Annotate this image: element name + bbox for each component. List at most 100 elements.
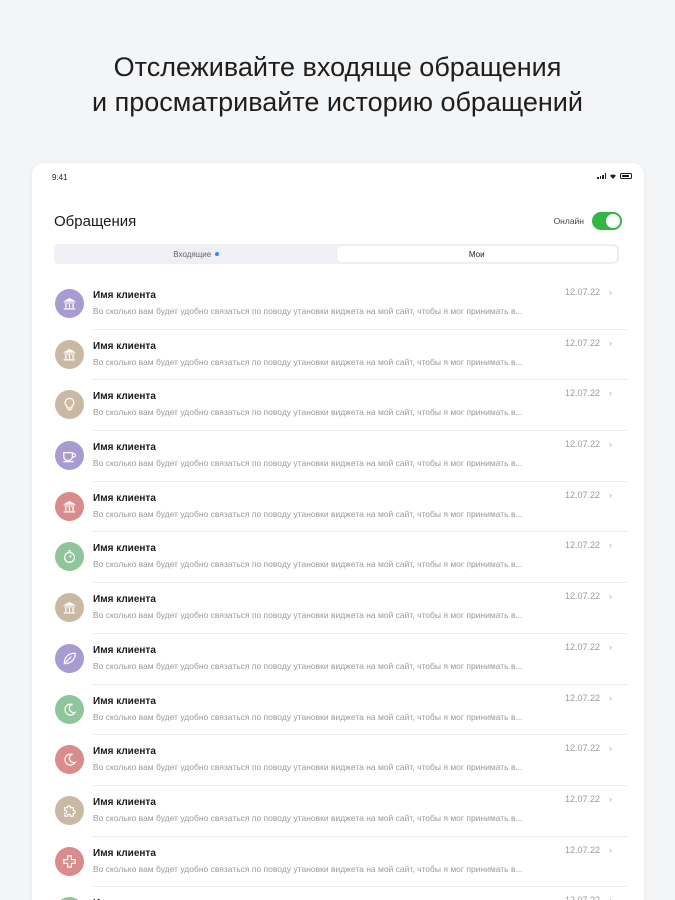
status-time: 9:41 xyxy=(52,173,68,182)
headline: Отслеживайте входяще обращения и просмат… xyxy=(0,50,675,120)
chevron-right-icon: › xyxy=(609,540,612,551)
conversation-row[interactable]: Имя клиента Во сколько вам будет удобно с… xyxy=(32,482,644,533)
online-toggle[interactable] xyxy=(592,212,622,230)
client-name: Имя клиента xyxy=(93,543,156,555)
chevron-right-icon: › xyxy=(609,641,612,652)
avatar xyxy=(55,441,84,471)
client-name: Имя клиента xyxy=(93,746,156,758)
client-name: Имя клиента xyxy=(93,442,156,454)
tablet-screen: 9:41 Обращения Онлайн Входящие Мои Имя к… xyxy=(32,163,644,900)
chevron-right-icon: › xyxy=(609,489,612,500)
conversation-list: Имя клиента Во сколько вам будет удобно с… xyxy=(32,279,644,900)
headline-line-2: и просматривайте историю обращений xyxy=(92,87,583,117)
client-name: Имя клиента xyxy=(93,391,156,403)
client-name: Имя клиента xyxy=(93,695,156,707)
tab-incoming[interactable]: Входящие xyxy=(56,246,337,262)
message-preview: Во сколько вам будет удобно связаться по… xyxy=(93,610,523,621)
message-date: 12.07.22 xyxy=(564,439,600,450)
message-date: 12.07.22 xyxy=(564,540,600,551)
avatar xyxy=(55,643,84,673)
conversation-row[interactable]: Имя клиентаВо сколько вам будет удобно с… xyxy=(32,887,644,900)
chevron-right-icon: › xyxy=(609,337,612,348)
conversation-row[interactable]: Имя клиента Во сколько вам будет удобно с… xyxy=(32,532,644,583)
chevron-right-icon: › xyxy=(609,388,612,399)
chevron-right-icon: › xyxy=(609,793,612,804)
chevron-right-icon: › xyxy=(609,287,612,297)
chevron-right-icon: › xyxy=(609,591,612,602)
message-date: 12.07.22 xyxy=(564,692,600,703)
signal-icon xyxy=(597,173,606,179)
conversation-row[interactable]: Имя клиентаВо сколько вам будет удобно с… xyxy=(32,279,644,330)
chevron-right-icon: › xyxy=(609,844,612,855)
tab-incoming-label: Входящие xyxy=(173,249,212,259)
message-preview: Во сколько вам будет удобно связаться по… xyxy=(93,458,523,469)
page-title: Обращения xyxy=(54,213,137,230)
message-date: 12.07.22 xyxy=(564,489,600,500)
wifi-icon xyxy=(610,174,616,179)
client-name: Имя клиента xyxy=(93,796,156,808)
conversation-row[interactable]: Имя клиента Во сколько вам будет удобно с… xyxy=(32,583,644,634)
online-label: Онлайн xyxy=(553,216,584,226)
conversation-row[interactable]: Имя клиента Во сколько вам будет удобно с… xyxy=(32,330,644,381)
message-date: 12.07.22 xyxy=(564,793,600,804)
message-date: 12.07.22 xyxy=(564,591,600,602)
message-preview: Во сколько вам будет удобно связаться по… xyxy=(93,508,523,519)
puzzle-icon xyxy=(64,804,76,817)
avatar xyxy=(55,390,84,420)
battery-icon xyxy=(620,173,632,179)
avatar xyxy=(55,795,84,825)
bank-icon xyxy=(62,348,77,361)
conversation-row[interactable]: Имя клиента Во сколько вам будет удобно с… xyxy=(32,685,644,736)
avatar xyxy=(55,846,84,876)
unread-dot-icon xyxy=(215,252,220,256)
message-preview: Во сколько вам будет удобно связаться по… xyxy=(93,863,523,874)
avatar xyxy=(55,745,84,775)
tabs-segmented-control: Входящие Мои xyxy=(54,244,619,264)
conversation-row[interactable]: Имя клиентаВо сколько вам будет удобно с… xyxy=(32,634,644,685)
tab-mine[interactable]: Мои xyxy=(336,246,617,262)
message-date: 12.07.22 xyxy=(564,844,600,855)
chevron-right-icon: › xyxy=(609,692,612,703)
bank-icon xyxy=(62,601,77,614)
message-preview: Во сколько вам будет удобно связаться по… xyxy=(93,711,523,722)
message-preview: Во сколько вам будет удобно связаться по… xyxy=(93,812,523,823)
chevron-right-icon: › xyxy=(609,439,612,450)
message-preview: Во сколько вам будет удобно связаться по… xyxy=(93,407,523,418)
moon-icon xyxy=(64,703,77,716)
client-name: Имя клиента xyxy=(93,644,156,656)
conversation-row[interactable]: Имя клиента Во сколько вам будет удобно с… xyxy=(32,431,644,482)
avatar xyxy=(55,593,84,623)
conversation-row[interactable]: Имя клиента Во сколько вам будет удобно с… xyxy=(32,380,644,431)
status-icons xyxy=(597,173,632,179)
client-name: Имя клиента xyxy=(93,594,156,606)
bank-icon xyxy=(62,297,77,310)
message-date: 12.07.22 xyxy=(564,743,600,754)
moon-icon xyxy=(64,753,77,766)
message-preview: Во сколько вам будет удобно связаться по… xyxy=(93,559,523,570)
headline-line-1: Отслеживайте входяще обращения xyxy=(113,52,562,82)
message-preview: Во сколько вам будет удобно связаться по… xyxy=(93,306,523,316)
chevron-right-icon: › xyxy=(609,895,612,900)
avatar xyxy=(55,289,84,318)
status-bar: 9:41 xyxy=(32,163,644,189)
client-name: Имя клиента xyxy=(93,492,156,504)
avatar xyxy=(55,339,84,369)
tab-mine-label: Мои xyxy=(468,249,485,259)
online-status: Онлайн xyxy=(554,212,622,230)
conversation-row[interactable]: Имя клиентаВо сколько вам будет удобно с… xyxy=(32,735,644,786)
timer-icon xyxy=(63,550,76,564)
message-date: 12.07.22 xyxy=(564,337,600,348)
client-name: Имя клиента xyxy=(93,340,156,352)
avatar xyxy=(55,542,84,572)
client-name: Имя клиента xyxy=(93,847,156,859)
message-date: 12.07.22 xyxy=(564,641,600,652)
cup-icon xyxy=(63,452,76,463)
message-preview: Во сколько вам будет удобно связаться по… xyxy=(93,356,523,367)
conversation-row[interactable]: Имя клиента Во сколько вам будет удобно с… xyxy=(32,786,644,837)
lightbulb-icon xyxy=(64,398,75,411)
message-date: 12.07.22 xyxy=(565,895,600,900)
chevron-right-icon: › xyxy=(609,743,612,754)
bank-icon xyxy=(62,500,77,513)
conversation-row[interactable]: Имя клиента Во сколько вам будет удобно с… xyxy=(32,837,644,888)
message-date: 12.07.22 xyxy=(564,287,600,297)
